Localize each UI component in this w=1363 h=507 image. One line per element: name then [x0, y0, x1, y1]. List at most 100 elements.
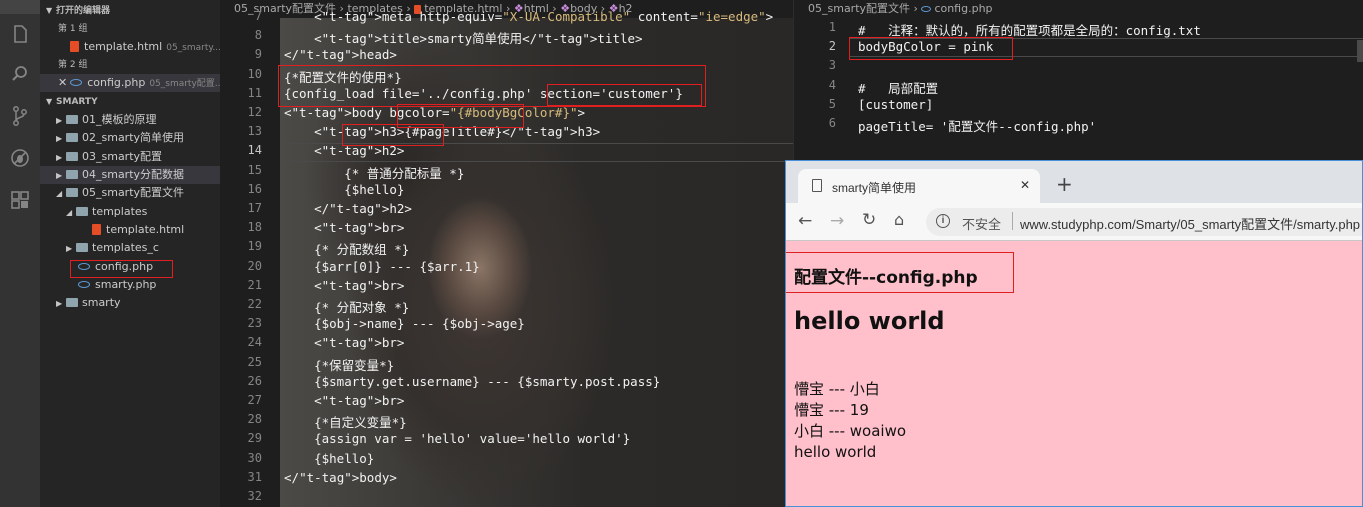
search-icon[interactable]: [8, 62, 32, 86]
page-h2: hello world: [794, 307, 945, 335]
tree-folder[interactable]: ▶ templates_c: [40, 239, 220, 257]
code-line[interactable]: pageTitle= '配置文件--config.php': [858, 116, 1096, 135]
line-number: 13: [247, 124, 262, 139]
code-line[interactable]: <"t-tag">title>smarty简单使用</"t-tag">title…: [284, 28, 643, 47]
html-file-icon: [70, 41, 79, 52]
close-tab-icon[interactable]: ✕: [1020, 178, 1030, 192]
code-line[interactable]: {assign var = 'hello' value='hello world…: [284, 431, 630, 446]
tree-file[interactable]: template.html: [40, 221, 220, 239]
divider: [1012, 212, 1013, 230]
folder-icon: [76, 207, 88, 216]
url-text[interactable]: www.studyphp.com/Smarty/05_smarty配置文件/sm…: [1020, 214, 1360, 233]
code-line[interactable]: [customer]: [858, 97, 933, 112]
line-number: 21: [247, 277, 262, 292]
line-number: 10: [247, 66, 262, 81]
chevron-right-icon: ▶: [56, 153, 63, 162]
code-line[interactable]: {$smarty.get.username} --- {$smarty.post…: [284, 374, 660, 389]
tree-folder[interactable]: ▶ 03_smarty配置: [40, 148, 220, 166]
tree-folder[interactable]: ▶ 02_smarty简单使用: [40, 129, 220, 147]
browser-tab[interactable]: smarty简单使用 ✕: [798, 169, 1040, 203]
tab-strip: smarty简单使用 ✕ +: [786, 161, 1362, 203]
folder-icon: [66, 170, 78, 179]
line-number: 9: [254, 47, 262, 62]
php-file-icon: [78, 263, 90, 270]
editor-group-2[interactable]: 第 2 组: [40, 56, 220, 74]
address-bar[interactable]: i 不安全 www.studyphp.com/Smarty/05_smarty配…: [926, 208, 1362, 236]
project-header[interactable]: ▼ SMARTY: [40, 93, 220, 111]
open-editor-config-php[interactable]: ✕ config.php 05_smarty配置...: [40, 74, 220, 92]
line-number: 7: [254, 9, 262, 23]
forward-icon[interactable]: →: [830, 211, 844, 231]
code-line[interactable]: <"t-tag">br>: [284, 220, 404, 235]
editor-group-1[interactable]: 第 1 组: [40, 20, 220, 38]
info-icon[interactable]: i: [936, 214, 950, 228]
body-line: 懵宝 --- 19: [794, 401, 869, 419]
breadcrumb-item[interactable]: config.php: [934, 2, 992, 15]
tree-folder[interactable]: ▶ smarty: [40, 294, 220, 312]
extensions-icon[interactable]: [8, 188, 32, 212]
line-number: 11: [247, 85, 262, 100]
tree-file[interactable]: config.php: [40, 258, 220, 276]
code-line[interactable]: <"t-tag">br>: [284, 335, 404, 350]
source-control-icon[interactable]: [8, 104, 32, 128]
code-line[interactable]: <"t-tag">br>: [284, 278, 404, 293]
line-number: 20: [247, 258, 262, 273]
folder-icon: [66, 298, 78, 307]
code-line[interactable]: {config_load file='../config.php' sectio…: [284, 86, 683, 101]
tree-folder[interactable]: ▶ 01_模板的原理: [40, 111, 220, 129]
reload-icon[interactable]: ↻: [862, 210, 876, 230]
php-file-icon: [70, 79, 83, 86]
breadcrumb-item[interactable]: 05_smarty配置文件: [808, 2, 910, 15]
line-number: 22: [247, 297, 262, 311]
folder-icon: [66, 115, 78, 124]
code-line[interactable]: </"t-tag">head>: [284, 47, 397, 62]
code-line[interactable]: {* 分配数组 *}: [284, 239, 409, 258]
new-tab-button[interactable]: +: [1056, 174, 1073, 194]
code-line[interactable]: {* 普通分配标量 *}: [284, 163, 464, 182]
code-line[interactable]: <"t-tag">body bgcolor="{#bodyBgColor#}">: [284, 105, 585, 120]
php-file-icon: [78, 281, 90, 288]
page-content: 配置文件--config.php hello world 懵宝 --- 小白 懵…: [786, 241, 1362, 506]
back-icon[interactable]: ←: [798, 211, 812, 231]
editor-template-html[interactable]: 05_smarty配置文件 › templates › template.htm…: [220, 0, 793, 507]
line-number: 32: [247, 489, 262, 503]
open-editor-template-html[interactable]: template.html 05_smarty...: [40, 38, 220, 56]
code-line[interactable]: {*配置文件的使用*}: [284, 67, 402, 86]
editor-config-php[interactable]: 05_smarty配置文件 › config.php 1 # 注释：默认的，所有的…: [793, 0, 1363, 160]
code-line[interactable]: </"t-tag">body>: [284, 470, 397, 485]
line-number: 31: [247, 469, 262, 484]
body-line: 小白 --- woaiwo: [794, 422, 907, 440]
line-number: 30: [247, 450, 262, 465]
code-line[interactable]: </"t-tag">h2>: [284, 201, 412, 216]
files-icon[interactable]: [8, 22, 32, 46]
open-editors-header[interactable]: ▼ 打开的编辑器: [40, 2, 220, 20]
code-line[interactable]: {*保留变量*}: [284, 355, 394, 374]
chevron-right-icon: ▶: [56, 171, 63, 180]
tree-folder-open[interactable]: ◢ 05_smarty配置文件: [40, 184, 220, 202]
code-line[interactable]: # 注释：默认的，所有的配置项都是全局的：config.txt: [858, 20, 1201, 39]
code-line[interactable]: <"t-tag">h2>: [284, 143, 404, 158]
code-line[interactable]: {$hello}: [284, 451, 374, 466]
code-line[interactable]: {$hello}: [284, 182, 404, 197]
code-line[interactable]: <"t-tag">meta http-equiv="X-UA-Compatibl…: [284, 9, 773, 24]
line-number: 26: [247, 373, 262, 388]
close-icon[interactable]: ✕: [58, 76, 67, 89]
code-line[interactable]: <"t-tag">br>: [284, 393, 404, 408]
code-line[interactable]: {$arr[0]} --- {$arr.1}: [284, 259, 480, 274]
code-line[interactable]: {* 分配对象 *}: [284, 297, 409, 316]
body-line: 懵宝 --- 小白: [794, 380, 880, 398]
code-line[interactable]: # 局部配置: [858, 78, 938, 97]
tree-folder[interactable]: ▶ 04_smarty分配数据: [40, 166, 220, 184]
home-icon[interactable]: ⌂: [894, 210, 904, 229]
tree-folder-open[interactable]: ◢ templates: [40, 203, 220, 221]
code-line[interactable]: {$obj->name} --- {$obj->age}: [284, 316, 525, 331]
code-line[interactable]: bodyBgColor = pink: [858, 39, 993, 54]
code-line[interactable]: {*自定义变量*}: [284, 412, 407, 431]
tree-file[interactable]: smarty.php: [40, 276, 220, 294]
breadcrumb: 05_smarty配置文件 › config.php: [808, 2, 993, 15]
code-line[interactable]: <"t-tag">h3>{#pageTitle#}</"t-tag">h3>: [284, 124, 600, 139]
folder-icon: [66, 152, 78, 161]
page-body-text: 懵宝 --- 小白 懵宝 --- 19 小白 --- woaiwo hello …: [794, 379, 906, 463]
scrollbar[interactable]: [1357, 40, 1363, 62]
page-h3: 配置文件--config.php: [794, 268, 978, 288]
